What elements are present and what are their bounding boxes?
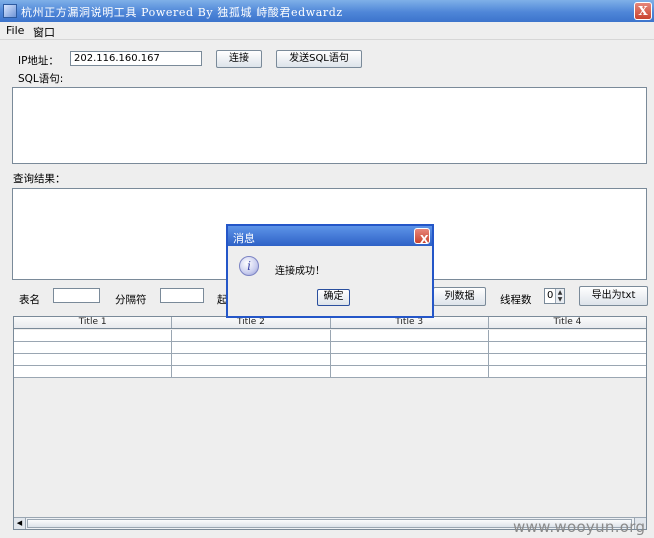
table-cell[interactable]	[14, 366, 173, 377]
table-cell[interactable]	[14, 342, 173, 353]
dialog-title: 消息	[233, 232, 255, 245]
spinner-arrows[interactable]: ▲ ▼	[555, 289, 564, 303]
table-cell[interactable]	[14, 330, 173, 341]
window-titlebar: 杭州正方漏洞说明工具 Powered By 独孤城 峙酸君edwardz X	[0, 0, 654, 22]
table-cell[interactable]	[331, 366, 489, 377]
scroll-left-icon[interactable]: ◀	[14, 518, 26, 529]
export-txt-button[interactable]: 导出为txt	[579, 286, 648, 306]
column-header[interactable]: Title 3	[331, 317, 489, 328]
close-icon: X	[638, 4, 648, 18]
info-icon: i	[239, 256, 259, 276]
send-sql-button[interactable]: 发送SQL语句	[276, 50, 362, 68]
table-name-input[interactable]	[53, 288, 100, 303]
table-cell[interactable]	[14, 354, 173, 365]
table-cell[interactable]	[331, 330, 489, 341]
ip-label: IP地址：	[18, 55, 59, 67]
threads-label: 线程数	[500, 294, 532, 306]
table-cell[interactable]	[489, 366, 646, 377]
table-cell[interactable]	[172, 366, 331, 377]
table-cell[interactable]	[172, 342, 331, 353]
table-cell[interactable]	[331, 354, 489, 365]
connect-button[interactable]: 连接	[216, 50, 262, 68]
list-data-button[interactable]: 列数据	[433, 287, 486, 306]
sql-label: SQL语句:	[18, 73, 64, 85]
threads-spinner[interactable]: 0 ▲ ▼	[544, 288, 565, 304]
dialog-titlebar: 消息 X	[228, 226, 432, 246]
table-header: Title 1 Title 2 Title 3 Title 4	[14, 317, 646, 329]
message-dialog: 消息 X i 连接成功！ 确定	[226, 224, 434, 318]
spinner-down-icon[interactable]: ▼	[556, 296, 564, 303]
spinner-up-icon[interactable]: ▲	[556, 289, 564, 296]
table-cell[interactable]	[331, 342, 489, 353]
watermark: www.wooyun.org	[513, 518, 646, 536]
table-cell[interactable]	[489, 330, 646, 341]
app-icon	[3, 4, 17, 18]
column-header[interactable]: Title 1	[14, 317, 173, 328]
window-title: 杭州正方漏洞说明工具 Powered By 独孤城 峙酸君edwardz	[21, 6, 343, 19]
sql-textarea[interactable]	[12, 87, 647, 164]
table-cell[interactable]	[172, 354, 331, 365]
table-row[interactable]	[14, 354, 646, 366]
window-close-button[interactable]: X	[634, 2, 652, 20]
table-cell[interactable]	[489, 342, 646, 353]
ip-input[interactable]: 202.116.160.167	[70, 51, 202, 66]
dialog-message: 连接成功！	[275, 266, 325, 277]
menubar: File 窗口	[0, 22, 654, 40]
table-row[interactable]	[14, 330, 646, 342]
separator-input[interactable]	[160, 288, 204, 303]
table-row[interactable]	[14, 342, 646, 354]
menu-window[interactable]: 窗口	[33, 24, 55, 40]
results-table[interactable]: Title 1 Title 2 Title 3 Title 4 ◀	[13, 316, 647, 530]
table-cell[interactable]	[172, 330, 331, 341]
table-name-label: 表名	[19, 294, 40, 306]
column-header[interactable]: Title 2	[172, 317, 331, 328]
dialog-close-button[interactable]: X	[414, 228, 430, 246]
column-header[interactable]: Title 4	[489, 317, 646, 328]
table-cell[interactable]	[489, 354, 646, 365]
separator-label: 分隔符	[115, 294, 147, 306]
table-row[interactable]	[14, 366, 646, 378]
close-icon: X	[420, 233, 429, 246]
menu-file[interactable]: File	[6, 24, 24, 37]
results-label: 查询结果：	[13, 173, 66, 185]
threads-value: 0	[547, 290, 554, 301]
ok-button[interactable]: 确定	[317, 289, 350, 306]
